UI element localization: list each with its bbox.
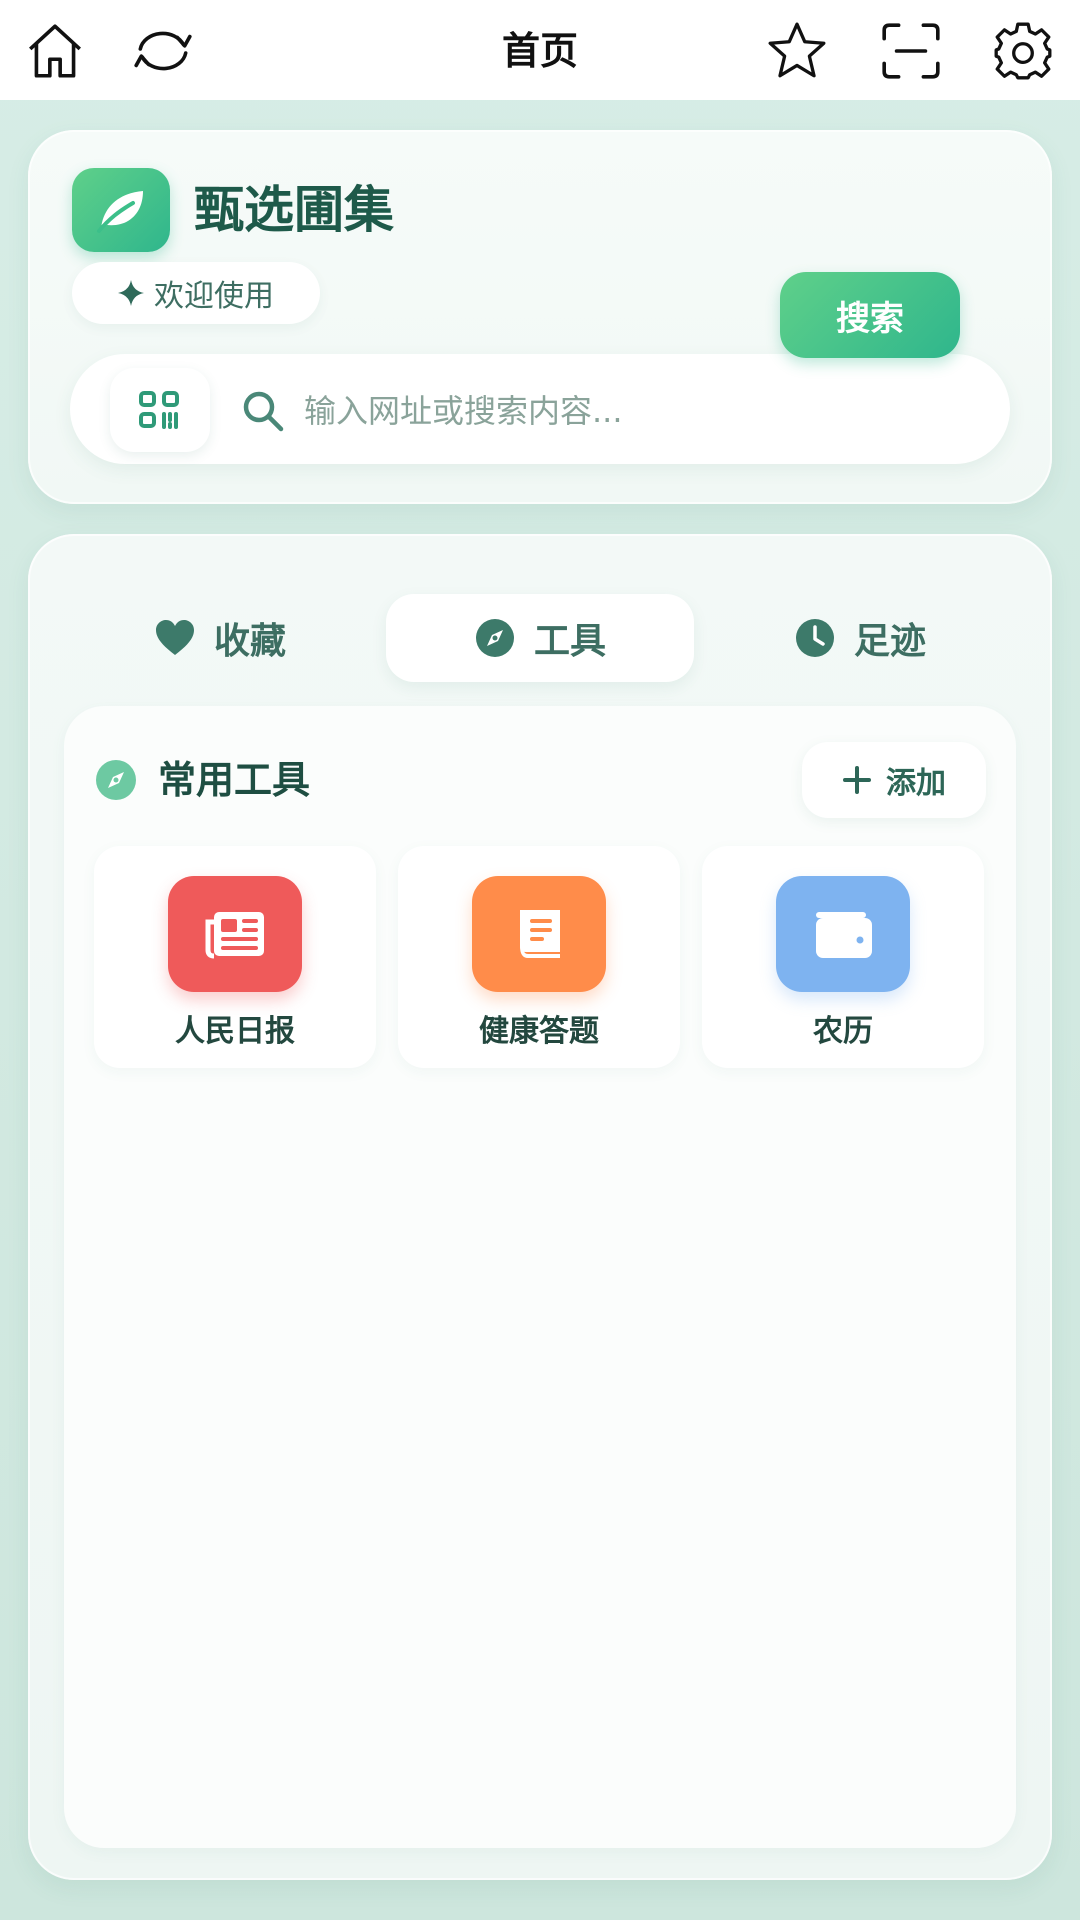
tool-label: 农历: [813, 1014, 873, 1049]
settings-button[interactable]: [988, 16, 1058, 86]
compass-icon: [96, 760, 136, 800]
clock-icon: [795, 619, 834, 657]
section-title: 常用工具: [158, 758, 311, 802]
brand-logo: [72, 168, 170, 252]
compass-icon: [475, 619, 514, 657]
tool-icon-bg: [168, 876, 302, 992]
tab-history[interactable]: 足迹: [706, 594, 1014, 682]
tool-tile-people-daily[interactable]: 人民日报: [94, 846, 376, 1068]
tool-icon-bg: [472, 876, 606, 992]
wallet-icon: [816, 912, 872, 958]
tools-card: 常用工具 添加 人民日报 健康答题 农历: [64, 706, 1016, 1848]
brand-card: 甄选圃集 欢迎使用 搜索: [28, 130, 1052, 504]
tab-bar: 收藏 工具 足迹: [66, 556, 1014, 682]
refresh-icon: [134, 31, 192, 71]
tool-label: 人民日报: [175, 1014, 295, 1049]
favorite-button[interactable]: [762, 16, 832, 86]
newspaper-icon: [205, 912, 264, 959]
plus-icon: [843, 766, 871, 794]
tab-label: 工具: [533, 621, 606, 662]
star-icon: [768, 22, 826, 78]
welcome-text: 欢迎使用: [154, 279, 274, 314]
tab-label: 足迹: [853, 621, 926, 662]
search-button[interactable]: 搜索: [780, 272, 960, 358]
tab-label: 收藏: [213, 621, 286, 662]
tool-icon-bg: [776, 876, 910, 992]
gear-icon: [994, 22, 1052, 80]
scan-icon: [882, 23, 940, 79]
tool-label: 健康答题: [479, 1014, 599, 1049]
refresh-button[interactable]: [128, 16, 198, 86]
add-tool-button[interactable]: 添加: [802, 742, 986, 818]
home-icon: [29, 24, 81, 78]
welcome-badge: 欢迎使用: [72, 262, 320, 324]
tab-favorites[interactable]: 收藏: [66, 594, 374, 682]
tool-tile-lunar-calendar[interactable]: 农历: [702, 846, 984, 1068]
search-bar: [70, 354, 1010, 464]
qr-code-icon: [139, 391, 179, 429]
sparkle-icon: [118, 280, 144, 306]
tab-tools[interactable]: 工具: [386, 594, 694, 682]
home-button[interactable]: [20, 16, 90, 86]
tool-tile-health-quiz[interactable]: 健康答题: [398, 846, 680, 1068]
qr-scan-button[interactable]: [110, 368, 210, 452]
brand-name: 甄选圃集: [194, 181, 394, 239]
heart-icon: [155, 620, 194, 655]
leaf-icon: [97, 191, 143, 233]
book-icon: [520, 910, 560, 958]
main-panel: 收藏 工具 足迹 常用工具 添加 人民日报 健康答题 农历: [28, 534, 1052, 1880]
search-input[interactable]: [302, 382, 806, 440]
scan-button[interactable]: [876, 16, 946, 86]
add-label: 添加: [886, 766, 946, 801]
search-icon: [243, 391, 284, 432]
top-bar: 首页: [0, 0, 1080, 100]
